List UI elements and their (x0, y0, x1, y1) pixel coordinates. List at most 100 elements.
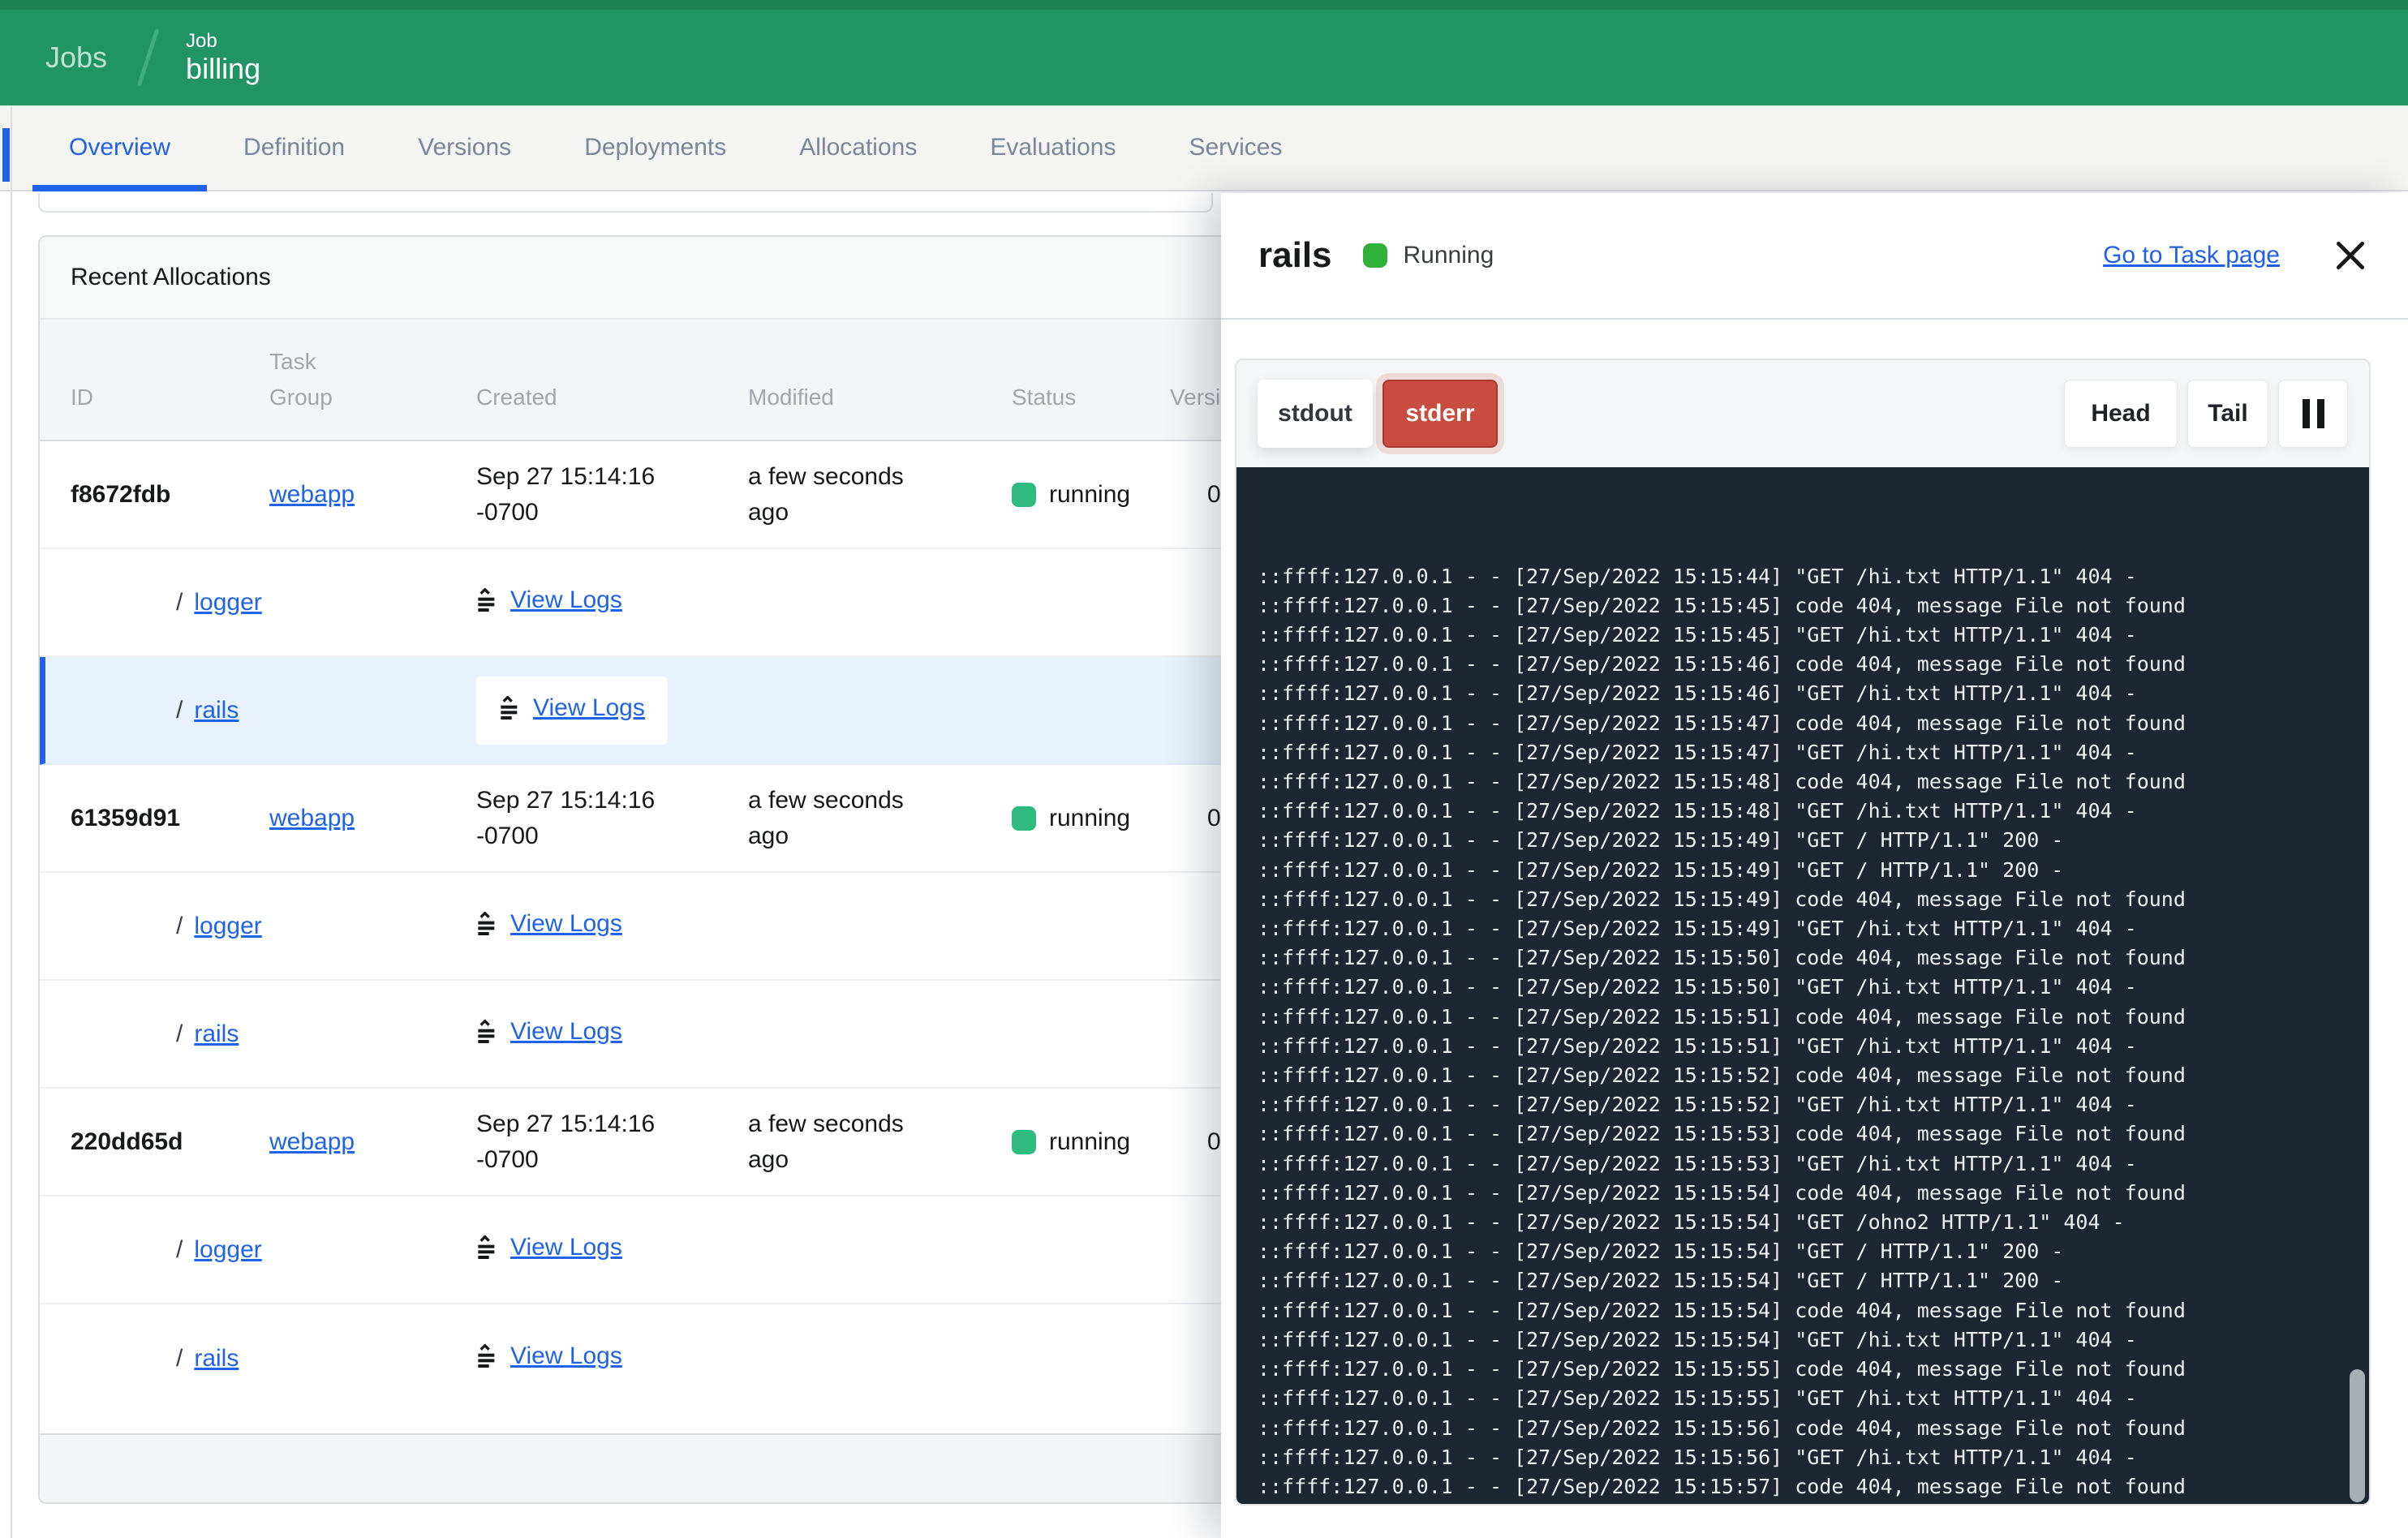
logs-icon (499, 696, 522, 720)
log-line: ::ffff:127.0.0.1 - - [27/Sep/2022 15:15:… (1258, 709, 2369, 738)
log-line: ::ffff:127.0.0.1 - - [27/Sep/2022 15:15:… (1258, 621, 2369, 650)
tab-allocations[interactable]: Allocations (763, 105, 953, 190)
view-logs-label: View Logs (533, 694, 645, 722)
column-header-created: Created (476, 380, 748, 415)
log-line: ::ffff:127.0.0.1 - - [27/Sep/2022 15:15:… (1258, 767, 2369, 797)
task-running-status-icon (1363, 243, 1387, 268)
allocation-modified: a few seconds ago (748, 459, 1012, 531)
task-link-logger[interactable]: logger (194, 589, 261, 616)
log-line: ::ffff:127.0.0.1 - - [27/Sep/2022 15:15:… (1258, 1179, 2369, 1208)
log-toolbar: stdout stderr Head Tail (1236, 360, 2369, 467)
head-button[interactable]: Head (2064, 380, 2178, 448)
allocation-id[interactable]: 61359d91 (71, 805, 269, 832)
log-line: ::ffff:127.0.0.1 - - [27/Sep/2022 15:15:… (1258, 1414, 2369, 1443)
tab-evaluations[interactable]: Evaluations (953, 105, 1152, 190)
breadcrumb-separator-icon (137, 28, 160, 87)
task-log-panel: rails Running Go to Task page stdout std… (1221, 193, 2408, 1538)
close-panel-button[interactable] (2332, 237, 2369, 274)
task-group-link[interactable]: webapp (269, 1128, 355, 1155)
task-status-label: Running (1404, 242, 1494, 269)
table-spacer (40, 1412, 1266, 1433)
view-logs-label: View Logs (510, 586, 622, 614)
pause-icon (2317, 399, 2324, 428)
task-link-rails[interactable]: rails (194, 697, 239, 724)
view-logs-link[interactable]: View Logs (476, 1018, 622, 1046)
pause-icon (2303, 399, 2310, 428)
running-status-icon (1012, 806, 1036, 831)
log-line: ::ffff:127.0.0.1 - - [27/Sep/2022 15:15:… (1258, 1032, 2369, 1061)
view-logs-label: View Logs (510, 1343, 622, 1370)
recent-allocations-title: Recent Allocations (40, 237, 1266, 320)
allocation-row[interactable]: f8672fdb webapp Sep 27 15:14:16 -0700 a … (40, 441, 1266, 549)
gutter-active-indicator (2, 128, 10, 182)
log-line: ::ffff:127.0.0.1 - - [27/Sep/2022 15:15:… (1258, 1003, 2369, 1032)
allocation-id[interactable]: 220dd65d (71, 1128, 269, 1156)
log-line: ::ffff:127.0.0.1 - - [27/Sep/2022 15:15:… (1258, 826, 2369, 855)
logs-icon (476, 1235, 499, 1260)
task-row: /logger View Logs (40, 873, 1266, 981)
stderr-tab-button[interactable]: stderr (1382, 380, 1498, 448)
log-line: ::ffff:127.0.0.1 - - [27/Sep/2022 15:15:… (1258, 1325, 2369, 1355)
log-line: ::ffff:127.0.0.1 - - [27/Sep/2022 15:15:… (1258, 1472, 2369, 1501)
view-logs-link-active[interactable]: View Logs (499, 694, 645, 722)
logs-icon (476, 912, 499, 936)
log-output[interactable]: ::ffff:127.0.0.1 - - [27/Sep/2022 15:15:… (1236, 467, 2369, 1504)
breadcrumb-jobs-link[interactable]: Jobs (45, 41, 107, 75)
log-line: ::ffff:127.0.0.1 - - [27/Sep/2022 15:15:… (1258, 1355, 2369, 1384)
breadcrumb-section-label: Job (186, 30, 260, 53)
tab-definition[interactable]: Definition (207, 105, 381, 190)
task-link-logger[interactable]: logger (194, 913, 261, 939)
task-prefix: / (176, 1020, 183, 1047)
view-logs-label: View Logs (510, 910, 622, 938)
task-prefix: / (176, 1345, 183, 1372)
log-line: ::ffff:127.0.0.1 - - [27/Sep/2022 15:15:… (1258, 1208, 2369, 1237)
task-group-link[interactable]: webapp (269, 481, 355, 508)
view-logs-link[interactable]: View Logs (476, 586, 622, 614)
log-line: ::ffff:127.0.0.1 - - [27/Sep/2022 15:15:… (1258, 1090, 2369, 1119)
tab-deployments[interactable]: Deployments (548, 105, 763, 190)
view-logs-link[interactable]: View Logs (476, 1343, 622, 1370)
allocation-row[interactable]: 61359d91 webapp Sep 27 15:14:16 -0700 a … (40, 765, 1266, 873)
log-line: ::ffff:127.0.0.1 - - [27/Sep/2022 15:15:… (1258, 914, 2369, 943)
go-to-task-page-link[interactable]: Go to Task page (2103, 242, 2280, 269)
tab-versions[interactable]: Versions (381, 105, 548, 190)
task-prefix: / (176, 1236, 183, 1263)
task-link-rails[interactable]: rails (194, 1345, 239, 1372)
view-logs-link[interactable]: View Logs (476, 910, 622, 938)
log-line: ::ffff:127.0.0.1 - - [27/Sep/2022 15:15:… (1258, 650, 2369, 679)
job-subnav: Overview Definition Versions Deployments… (0, 105, 2408, 191)
panel-divider (1221, 318, 2408, 320)
tail-button[interactable]: Tail (2187, 380, 2268, 448)
task-link-logger[interactable]: logger (194, 1236, 261, 1263)
allocation-created: Sep 27 15:14:16 -0700 (476, 783, 748, 854)
task-link-rails[interactable]: rails (194, 1020, 239, 1047)
task-group-link[interactable]: webapp (269, 805, 355, 831)
tab-services[interactable]: Services (1152, 105, 1318, 190)
allocation-created: Sep 27 15:14:16 -0700 (476, 1106, 748, 1178)
log-line: ::ffff:127.0.0.1 - - [27/Sep/2022 15:15:… (1258, 1501, 2369, 1504)
column-header-task-group: Task Group (269, 344, 375, 415)
pause-button[interactable] (2278, 380, 2348, 448)
stdout-tab-button[interactable]: stdout (1258, 380, 1373, 448)
view-logs-label: View Logs (510, 1234, 622, 1261)
log-line: ::ffff:127.0.0.1 - - [27/Sep/2022 15:15:… (1258, 1149, 2369, 1179)
allocation-status: running (1049, 805, 1130, 832)
view-logs-focus-box: View Logs (476, 677, 668, 745)
allocation-row[interactable]: 220dd65d webapp Sep 27 15:14:16 -0700 a … (40, 1089, 1266, 1196)
log-line: ::ffff:127.0.0.1 - - [27/Sep/2022 15:15:… (1258, 943, 2369, 973)
log-scrollbar-thumb[interactable] (2350, 1369, 2365, 1502)
table-footer (40, 1433, 1266, 1502)
allocations-table-header: ID Task Group Created Modified Status Ve… (40, 320, 1266, 441)
logs-icon (476, 1344, 499, 1368)
allocation-id[interactable]: f8672fdb (71, 481, 269, 509)
tab-overview[interactable]: Overview (32, 105, 207, 190)
breadcrumb-job-name[interactable]: billing (186, 52, 260, 85)
view-logs-link[interactable]: View Logs (476, 1234, 622, 1261)
allocation-status: running (1049, 481, 1130, 509)
recent-allocations-card: Recent Allocations ID Task Group Created… (38, 235, 1267, 1504)
column-header-status: Status (1012, 380, 1170, 415)
log-line: ::ffff:127.0.0.1 - - [27/Sep/2022 15:15:… (1258, 679, 2369, 708)
task-row: / rails View Logs (40, 1304, 1266, 1412)
allocation-modified: a few seconds ago (748, 1106, 1012, 1178)
task-row-selected: /rails View Logs (40, 657, 1266, 765)
